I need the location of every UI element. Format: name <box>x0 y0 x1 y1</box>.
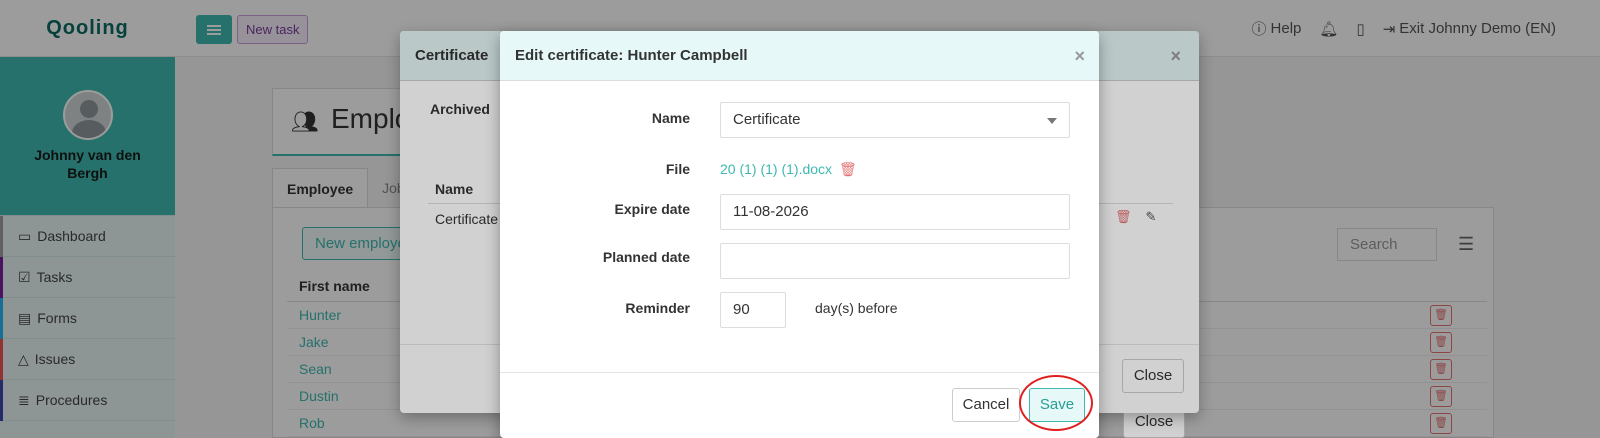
divider <box>500 372 1099 373</box>
edit-modal-header: Edit certificate: Hunter Campbell × <box>500 31 1099 81</box>
close-icon[interactable]: × <box>1074 31 1085 81</box>
trash-icon[interactable]: 🗑︎ <box>839 161 857 177</box>
name-select[interactable]: Certificate <box>720 102 1070 138</box>
cancel-button[interactable]: Cancel <box>952 388 1020 422</box>
chevron-down-icon <box>1047 118 1057 124</box>
edit-modal-title: Edit certificate: Hunter Campbell <box>515 47 748 64</box>
planned-date-label: Planned date <box>602 249 690 265</box>
name-select-value: Certificate <box>733 111 801 128</box>
file-link[interactable]: 20 (1) (1) (1).docx <box>720 161 832 177</box>
expire-date-label: Expire date <box>614 201 690 217</box>
planned-date-input[interactable] <box>720 243 1070 279</box>
reminder-suffix: day(s) before <box>815 300 898 316</box>
highlight-circle <box>1019 375 1093 431</box>
file-entry: 20 (1) (1) (1).docx 🗑︎ <box>720 161 857 178</box>
edit-certificate-modal: Edit certificate: Hunter Campbell × <box>500 31 1099 438</box>
file-label: File <box>665 161 690 177</box>
expire-date-input[interactable]: 11-08-2026 <box>720 194 1070 230</box>
name-label: Name <box>651 110 690 126</box>
reminder-input[interactable]: 90 <box>720 292 786 328</box>
reminder-label: Reminder <box>625 300 690 316</box>
